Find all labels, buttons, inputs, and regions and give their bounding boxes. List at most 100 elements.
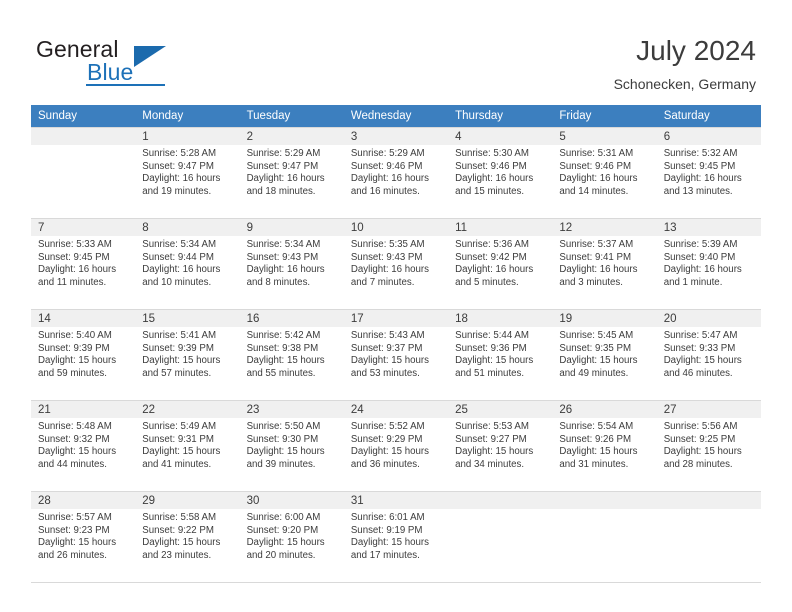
sun-info-block: Sunrise: 5:40 AM Sunset: 9:39 PM Daylight:… [31,327,135,380]
calendar-day-cell[interactable]: 20 Sunrise: 5:47 AM Sunset: 9:33 PM Dayligh… [656,309,761,401]
sunset-text: Sunset: 9:40 PM [663,251,736,263]
calendar-day-cell[interactable]: 6 Sunrise: 5:32 AM Sunset: 9:45 PM Daylight… [656,127,761,219]
sunset-text: Sunset: 9:42 PM [455,251,527,263]
page-header: General Blue July 2024 Schonecken, Germa… [0,0,792,104]
day-number: 6 [656,128,761,145]
day-number: 26 [552,401,657,418]
sun-info-block: Sunrise: 5:35 AM Sunset: 9:43 PM Daylight:… [344,236,448,289]
calendar-day-cell[interactable]: 23 Sunrise: 5:50 AM Sunset: 9:30 PM Dayligh… [239,400,344,492]
sunset-text: Sunset: 9:32 PM [38,433,110,445]
calendar-day-cell[interactable]: 9 Sunrise: 5:34 AM Sunset: 9:43 PM Daylight… [239,218,344,310]
daylight-text-l1: Daylight: 15 hours [246,446,325,458]
sun-info-block: Sunrise: 5:58 AM Sunset: 9:22 PM Daylight:… [135,509,239,562]
sunrise-text: Sunrise: 5:56 AM [663,421,738,432]
daylight-text-l2: and 55 minutes. [246,367,316,379]
daylight-text-l2: and 7 minutes. [350,276,415,288]
daylight-text-l1: Daylight: 15 hours [350,537,429,549]
calendar-day-cell[interactable]: 15 Sunrise: 5:41 AM Sunset: 9:39 PM Dayligh… [135,309,240,401]
calendar-day-cell[interactable]: 11 Sunrise: 5:36 AM Sunset: 9:42 PM Dayligh… [448,218,553,310]
calendar-day-cell[interactable]: 14 Sunrise: 5:40 AM Sunset: 9:39 PM Dayligh… [31,309,136,401]
calendar-day-cell[interactable]: 24 Sunrise: 5:52 AM Sunset: 9:29 PM Dayligh… [343,400,449,492]
day-number: 22 [135,401,240,418]
calendar-day-cell[interactable]: 2 Sunrise: 5:29 AM Sunset: 9:47 PM Daylight… [239,127,344,219]
daylight-text-l1: Daylight: 16 hours [455,173,534,185]
sun-info-block: Sunrise: 5:28 AM Sunset: 9:47 PM Daylight:… [135,145,239,198]
calendar-day-cell[interactable]: 27 Sunrise: 5:56 AM Sunset: 9:25 PM Dayligh… [656,400,761,492]
day-number: 16 [239,310,344,327]
sunrise-text: Sunrise: 5:37 AM [559,239,634,250]
calendar-cell-inner: 7 Sunrise: 5:33 AM Sunset: 9:45 PM Daylight… [31,219,136,309]
calendar-day-cell[interactable]: 16 Sunrise: 5:42 AM Sunset: 9:38 PM Dayligh… [239,309,344,401]
sunrise-text: Sunrise: 5:49 AM [142,421,217,432]
daylight-text-l2: and 5 minutes. [455,276,519,288]
sunrise-text: Sunrise: 5:50 AM [246,421,321,432]
calendar-day-cell[interactable]: 28 Sunrise: 5:57 AM Sunset: 9:23 PM Dayligh… [31,491,136,583]
calendar-day-cell[interactable]: 7 Sunrise: 5:33 AM Sunset: 9:45 PM Daylight… [31,218,136,310]
calendar-day-cell[interactable]: 17 Sunrise: 5:43 AM Sunset: 9:37 PM Dayligh… [343,309,449,401]
daylight-text-l1: Daylight: 16 hours [350,264,429,276]
calendar-day-cell[interactable]: 18 Sunrise: 5:44 AM Sunset: 9:36 PM Dayligh… [448,309,553,401]
calendar-day-cell[interactable]: 19 Sunrise: 5:45 AM Sunset: 9:35 PM Dayligh… [552,309,657,401]
daylight-text-l2: and 41 minutes. [142,458,212,470]
calendar-week-row: 21 Sunrise: 5:48 AM Sunset: 9:32 PM Dayligh… [31,400,761,492]
sun-info-block: Sunrise: 5:36 AM Sunset: 9:42 PM Daylight:… [448,236,552,289]
calendar-day-cell[interactable]: 3 Sunrise: 5:29 AM Sunset: 9:46 PM Daylight… [343,127,449,219]
calendar-cell-inner: 5 Sunrise: 5:31 AM Sunset: 9:46 PM Daylight… [552,128,657,218]
calendar-day-cell[interactable]: 25 Sunrise: 5:53 AM Sunset: 9:27 PM Dayligh… [448,400,553,492]
calendar-day-cell[interactable]: 29 Sunrise: 5:58 AM Sunset: 9:22 PM Dayligh… [135,491,240,583]
sunrise-text: Sunrise: 6:00 AM [246,512,321,523]
sunset-text: Sunset: 9:29 PM [350,433,423,445]
sun-info-block: Sunrise: 5:32 AM Sunset: 9:45 PM Daylight:… [657,145,761,198]
calendar-cell-inner: 30 Sunrise: 6:00 AM Sunset: 9:20 PM Dayligh… [239,492,344,582]
title-block: July 2024 Schonecken, Germany [614,34,756,93]
sun-info-block: Sunrise: 5:57 AM Sunset: 9:23 PM Daylight:… [31,509,135,562]
weekday-header-tuesday: Tuesday [239,105,344,128]
calendar-cell-inner: 1 Sunrise: 5:28 AM Sunset: 9:47 PM Daylight… [135,128,240,218]
sunset-text: Sunset: 9:37 PM [350,342,423,354]
day-number [448,492,553,509]
sunrise-text: Sunrise: 5:48 AM [38,421,112,432]
general-blue-logo[interactable]: General Blue [36,36,206,88]
calendar-day-cell[interactable]: 4 Sunrise: 5:30 AM Sunset: 9:46 PM Daylight… [448,127,553,219]
sunrise-text: Sunrise: 5:30 AM [455,148,529,159]
calendar-cell-inner: 6 Sunrise: 5:32 AM Sunset: 9:45 PM Daylight… [656,128,761,218]
day-number: 2 [239,128,344,145]
calendar-day-cell[interactable]: 30 Sunrise: 6:00 AM Sunset: 9:20 PM Dayligh… [239,491,344,583]
daylight-text-l1: Daylight: 15 hours [142,355,221,367]
calendar-day-cell[interactable]: 22 Sunrise: 5:49 AM Sunset: 9:31 PM Dayligh… [135,400,240,492]
daylight-text-l2: and 49 minutes. [559,367,629,379]
sun-info-block: Sunrise: 5:49 AM Sunset: 9:31 PM Daylight:… [135,418,239,471]
calendar-day-cell[interactable]: 13 Sunrise: 5:39 AM Sunset: 9:40 PM Dayligh… [656,218,761,310]
calendar-day-cell[interactable]: 8 Sunrise: 5:34 AM Sunset: 9:44 PM Daylight… [135,218,240,310]
sunset-text: Sunset: 9:46 PM [559,160,632,172]
calendar-cell-inner: 8 Sunrise: 5:34 AM Sunset: 9:44 PM Daylight… [135,219,240,309]
calendar-cell-inner: 11 Sunrise: 5:36 AM Sunset: 9:42 PM Dayligh… [448,219,553,309]
day-number: 27 [656,401,761,418]
day-number: 23 [239,401,344,418]
calendar-day-cell[interactable]: 1 Sunrise: 5:28 AM Sunset: 9:47 PM Daylight… [135,127,240,219]
day-number: 25 [448,401,553,418]
sunset-text: Sunset: 9:41 PM [559,251,632,263]
calendar-day-cell[interactable]: 10 Sunrise: 5:35 AM Sunset: 9:43 PM Dayligh… [343,218,449,310]
weekday-header-monday: Monday [135,105,240,128]
sun-info-block: Sunrise: 5:33 AM Sunset: 9:45 PM Daylight:… [31,236,135,289]
calendar-day-cell[interactable]: 21 Sunrise: 5:48 AM Sunset: 9:32 PM Dayligh… [31,400,136,492]
day-number: 5 [552,128,657,145]
daylight-text-l2: and 14 minutes. [559,185,629,197]
day-number [656,492,761,509]
daylight-text-l2: and 36 minutes. [350,458,420,470]
calendar-day-cell[interactable]: 26 Sunrise: 5:54 AM Sunset: 9:26 PM Dayligh… [552,400,657,492]
daylight-text-l2: and 18 minutes. [246,185,316,197]
calendar-day-cell[interactable]: 12 Sunrise: 5:37 AM Sunset: 9:41 PM Dayligh… [552,218,657,310]
page-subtitle-location: Schonecken, Germany [613,76,756,92]
sunrise-text: Sunrise: 5:43 AM [350,330,425,341]
calendar-day-cell[interactable]: 31 Sunrise: 6:01 AM Sunset: 9:19 PM Dayligh… [343,491,449,583]
day-number: 12 [552,219,657,236]
sunset-text: Sunset: 9:26 PM [559,433,632,445]
sunrise-text: Sunrise: 5:35 AM [350,239,425,250]
sunrise-text: Sunrise: 5:44 AM [455,330,529,341]
calendar-day-cell[interactable]: 5 Sunrise: 5:31 AM Sunset: 9:46 PM Daylight… [552,127,657,219]
sunset-text: Sunset: 9:35 PM [559,342,632,354]
sun-info-block: Sunrise: 5:34 AM Sunset: 9:44 PM Daylight:… [135,236,239,289]
calendar-cell-inner: 26 Sunrise: 5:54 AM Sunset: 9:26 PM Dayligh… [552,401,657,491]
